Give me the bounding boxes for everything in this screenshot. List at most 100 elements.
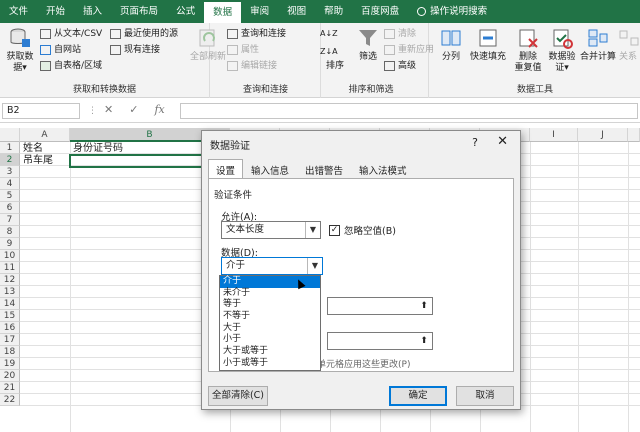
row-header[interactable]: 9 (0, 238, 20, 250)
recent-icon (110, 29, 121, 39)
column-header-i[interactable]: I (530, 128, 578, 142)
existing-connections-button[interactable]: 现有连接 (110, 43, 160, 57)
tab-formulas[interactable]: 公式 (167, 0, 204, 23)
option-greater-equal[interactable]: 大于或等于 (220, 346, 320, 358)
tab-data[interactable]: 数据 (204, 2, 242, 23)
option-equal[interactable]: 等于 (220, 299, 320, 311)
data-select[interactable]: 介于 ▼ (221, 257, 323, 275)
option-greater[interactable]: 大于 (220, 323, 320, 335)
properties-button[interactable]: 属性 (227, 43, 259, 57)
minimum-input[interactable]: ⬆ (327, 297, 433, 315)
maximum-input[interactable]: ⬆ (327, 332, 433, 350)
row-header[interactable]: 7 (0, 214, 20, 226)
queries-icon (227, 29, 238, 39)
help-icon[interactable]: ? (472, 136, 478, 149)
tab-home[interactable]: 开始 (37, 0, 74, 23)
recent-sources-button[interactable]: 最近使用的源 (110, 27, 178, 41)
cell-a1[interactable]: 姓名 (23, 143, 43, 155)
clear-all-button[interactable]: 全部清除(C) (208, 386, 268, 406)
row-header[interactable]: 20 (0, 370, 20, 382)
tab-view[interactable]: 视图 (278, 0, 315, 23)
close-icon[interactable]: ✕ (497, 134, 508, 149)
reapply-button[interactable]: 重新应用 (384, 43, 434, 57)
from-table-button[interactable]: 自表格/区域 (40, 59, 102, 73)
row-header[interactable]: 18 (0, 346, 20, 358)
column-header-a[interactable]: A (20, 128, 70, 142)
option-less[interactable]: 小于 (220, 334, 320, 346)
name-box[interactable]: B2 (2, 103, 80, 119)
allow-select[interactable]: 文本长度 ▼ (221, 221, 321, 239)
remove-duplicates-button[interactable]: 删除 重复值 (512, 27, 544, 74)
tab-review[interactable]: 审阅 (241, 0, 278, 23)
row-header[interactable]: 5 (0, 190, 20, 202)
chevron-down-icon: ▼ (307, 258, 322, 274)
relationships-button[interactable]: 关系 (618, 27, 639, 63)
queries-connections-button[interactable]: 查询和连接 (227, 27, 286, 41)
insert-function-icon[interactable]: fx (154, 103, 164, 116)
apply-to-all-label[interactable]: 单元格应用这些更改(P) (317, 357, 410, 370)
row-header[interactable]: 16 (0, 322, 20, 334)
text-to-columns-label: 分列 (441, 52, 460, 62)
name-box-resize-handle[interactable]: ⋮ (88, 106, 97, 116)
collapse-dialog-icon[interactable]: ⬆ (417, 334, 431, 348)
tab-page-layout[interactable]: 页面布局 (111, 0, 167, 23)
row-header[interactable]: 19 (0, 358, 20, 370)
row-header[interactable]: 11 (0, 262, 20, 274)
row-header[interactable]: 3 (0, 166, 20, 178)
tab-settings[interactable]: 设置 (208, 159, 244, 178)
from-csv-button[interactable]: 从文本/CSV (40, 27, 102, 41)
option-not-between[interactable]: 未介于 (220, 288, 320, 300)
reapply-label: 重新应用 (398, 45, 435, 55)
tab-input-message[interactable]: 输入信息 (243, 159, 297, 178)
tab-baidu-netdisk[interactable]: 百度网盘 (352, 0, 408, 23)
tab-error-alert[interactable]: 出错警告 (297, 159, 351, 178)
clear-filter-button[interactable]: 清除 (384, 27, 416, 41)
ok-button[interactable]: 确定 (389, 386, 447, 406)
refresh-all-button[interactable]: 全部刷新 (188, 27, 228, 63)
properties-label: 属性 (241, 45, 260, 55)
row-header[interactable]: 2 (0, 154, 20, 166)
option-less-equal[interactable]: 小于或等于 (220, 358, 320, 370)
tab-insert[interactable]: 插入 (74, 0, 111, 23)
option-not-equal[interactable]: 不等于 (220, 311, 320, 323)
cell-a2[interactable]: 吊车尾 (23, 155, 53, 167)
from-web-button[interactable]: 自网站 (40, 43, 81, 57)
row-header[interactable]: 17 (0, 334, 20, 346)
row-header[interactable]: 14 (0, 298, 20, 310)
confirm-entry-icon[interactable]: ✓ (129, 103, 138, 116)
sort-button[interactable]: 排序 (318, 27, 352, 71)
consolidate-button[interactable]: 合并计算 (580, 27, 616, 63)
edit-links-button[interactable]: 编辑链接 (227, 59, 277, 73)
row-header[interactable]: 15 (0, 310, 20, 322)
row-header[interactable]: 21 (0, 382, 20, 394)
row-header[interactable]: 4 (0, 178, 20, 190)
data-validation-button[interactable]: 数据验 证▾ (546, 27, 578, 74)
row-header[interactable]: 13 (0, 286, 20, 298)
column-header-j[interactable]: J (578, 128, 628, 142)
group-label-data-tools: 数据工具 (516, 85, 553, 95)
column-header-k[interactable] (628, 128, 640, 142)
row-header[interactable]: 10 (0, 250, 20, 262)
row-header[interactable]: 6 (0, 202, 20, 214)
advanced-filter-button[interactable]: 高级 (384, 59, 416, 73)
collapse-dialog-icon[interactable]: ⬆ (417, 299, 431, 313)
text-to-columns-button[interactable]: 分列 (438, 27, 464, 63)
get-data-button[interactable]: 获取数 据▾ (4, 27, 36, 74)
tab-file[interactable]: 文件 (0, 0, 37, 23)
from-csv-label: 从文本/CSV (54, 29, 103, 39)
cancel-entry-icon[interactable]: ✕ (104, 103, 113, 116)
select-all-corner[interactable] (0, 128, 20, 142)
row-header[interactable]: 8 (0, 226, 20, 238)
formula-bar: B2 ⋮ ✕ ✓ fx (0, 99, 640, 123)
row-header[interactable]: 22 (0, 394, 20, 406)
flash-fill-button[interactable]: 快速填充 (466, 27, 510, 63)
ignore-blank-checkbox[interactable]: ✓ 忽略空值(B) (329, 223, 396, 237)
tell-me-search[interactable]: 操作说明搜索 (408, 0, 496, 23)
row-header[interactable]: 12 (0, 274, 20, 286)
tab-help[interactable]: 帮助 (315, 0, 352, 23)
formula-input[interactable] (180, 103, 638, 119)
cancel-button[interactable]: 取消 (456, 386, 514, 406)
filter-button[interactable]: 筛选 (354, 27, 382, 63)
tab-ime-mode[interactable]: 输入法模式 (351, 159, 415, 178)
row-header[interactable]: 1 (0, 142, 20, 154)
